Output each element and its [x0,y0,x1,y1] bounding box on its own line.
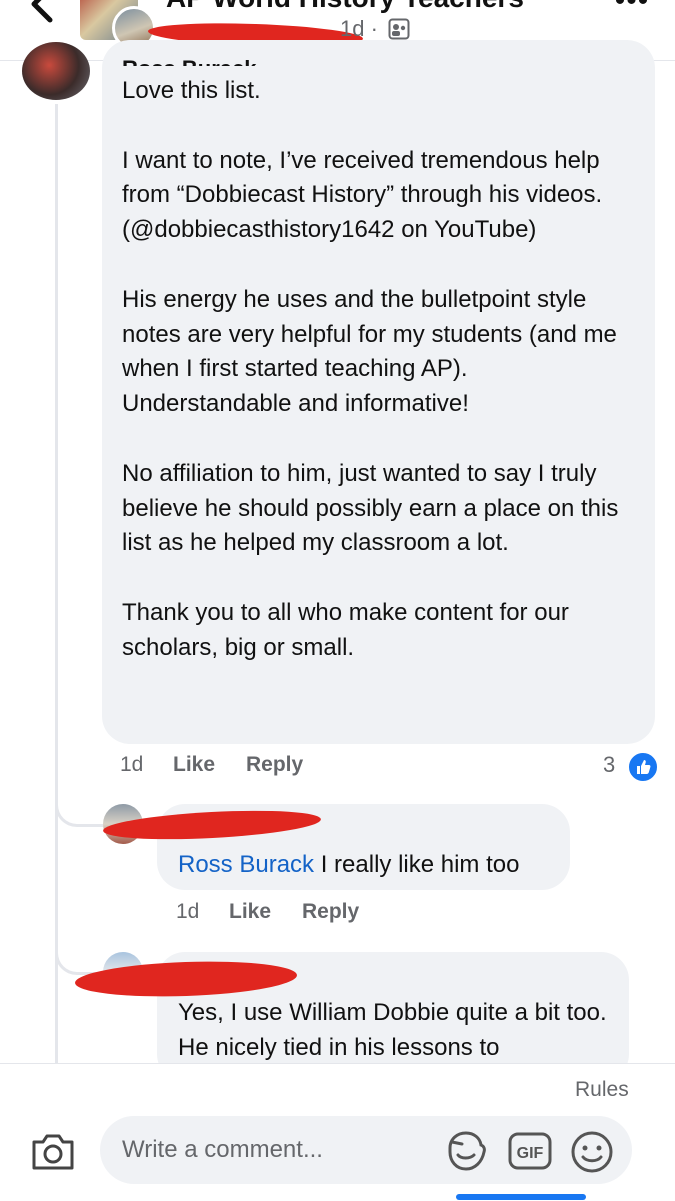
reply-button[interactable]: Reply [302,900,359,924]
thumbs-up-icon [627,751,659,783]
comment-paragraph: Thank you to all who make content for ou… [122,598,569,661]
comment-paragraph: I want to note, I’ve received tremendous… [122,146,603,244]
comment-placeholder[interactable]: Write a comment... [122,1136,323,1164]
comment-time: 1d [120,753,144,776]
reply-message: I really like him too [314,851,520,878]
sticker-icon[interactable] [444,1130,488,1172]
reaction-count[interactable]: 3 [603,752,615,778]
rules-link[interactable]: Rules [575,1078,629,1102]
reply-time: 1d [176,900,200,923]
reply-message: Yes, I use William Dobbie quite a bit to… [178,999,607,1061]
reply-button[interactable]: Reply [246,753,303,777]
camera-icon[interactable] [30,1130,76,1172]
chevron-left-icon[interactable] [22,0,62,24]
mention-link[interactable]: Ross Burack [178,851,314,878]
like-button[interactable]: Like [173,753,215,777]
commenter-avatar[interactable] [22,42,90,100]
gif-label: GIF [517,1145,544,1162]
group-title[interactable]: AP World History Teachers [166,0,524,14]
gif-icon[interactable]: GIF [508,1132,552,1170]
post-time[interactable]: 1d · [340,16,378,42]
comment-paragraph: No affiliation to him, just wanted to sa… [122,459,619,557]
reply-text: Ross Burack I really like him too [178,848,519,883]
reply-connector [55,790,106,827]
like-button[interactable]: Like [229,900,271,924]
comment-text: Love this list. I want to note, I’ve rec… [122,74,642,666]
emoji-icon[interactable] [570,1130,614,1174]
comment-paragraph: His energy he uses and the bulletpoint s… [122,285,617,418]
thread-line [55,104,58,1066]
comment-paragraph: Love this list. [122,77,261,104]
more-options-button[interactable]: ••• [612,0,652,16]
comment-author[interactable]: Ross Burack [122,56,257,66]
reply-connector [55,938,106,975]
group-members-icon [388,18,410,40]
home-indicator [456,1194,586,1200]
